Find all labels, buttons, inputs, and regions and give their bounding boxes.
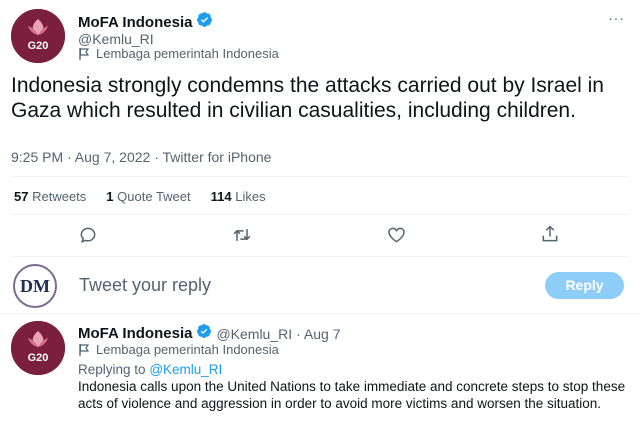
user-avatar-initials: DM xyxy=(20,275,50,296)
divider xyxy=(11,176,629,177)
replying-to-line: Replying to @Kemlu_RI xyxy=(78,361,222,378)
tweet-timestamp[interactable]: 9:25 PM · Aug 7, 2022 · Twitter for iPho… xyxy=(11,149,271,165)
retweet-icon[interactable] xyxy=(231,225,253,245)
reply-date[interactable]: · Aug 7 xyxy=(296,326,340,342)
retweets-stat[interactable]: 57 Retweets xyxy=(14,189,86,204)
flag-icon xyxy=(79,47,90,60)
replying-to-link[interactable]: @Kemlu_RI xyxy=(149,362,222,377)
likes-stat[interactable]: 114 Likes xyxy=(211,189,266,204)
reply-input[interactable]: Tweet your reply xyxy=(79,275,211,296)
reply-author-avatar[interactable]: G20 xyxy=(11,321,65,375)
reply-icon[interactable] xyxy=(78,225,98,245)
like-icon[interactable] xyxy=(386,225,407,245)
author-name-row: MoFA Indonesia xyxy=(78,11,213,33)
author-handle[interactable]: @Kemlu_RI xyxy=(78,31,154,47)
reply-account-label: Lembaga pemerintah Indonesia xyxy=(96,342,279,357)
reply-tweet-text: Indonesia calls upon the United Nations … xyxy=(78,379,626,411)
g20-logo-icon: G20 xyxy=(11,321,65,375)
flag-icon xyxy=(79,343,90,356)
quote-tweets-stat[interactable]: 1 Quote Tweet xyxy=(106,189,190,204)
account-label: Lembaga pemerintah Indonesia xyxy=(96,46,279,61)
more-options-icon[interactable]: ··· xyxy=(608,10,625,26)
reply-account-label-row: Lembaga pemerintah Indonesia xyxy=(79,342,279,357)
author-avatar[interactable]: G20 xyxy=(11,9,65,63)
reply-author-handle[interactable]: @Kemlu_RI xyxy=(216,326,292,342)
g20-logo-icon: G20 xyxy=(11,9,65,63)
user-avatar[interactable]: DM xyxy=(13,264,57,308)
reply-author-name[interactable]: MoFA Indonesia xyxy=(78,325,192,342)
share-icon[interactable] xyxy=(540,224,560,244)
verified-badge-icon xyxy=(196,11,213,33)
svg-text:G20: G20 xyxy=(28,352,49,364)
account-label-row: Lembaga pemerintah Indonesia xyxy=(79,46,279,61)
divider xyxy=(11,214,629,215)
verified-badge-icon xyxy=(196,323,212,344)
author-name[interactable]: MoFA Indonesia xyxy=(78,14,192,31)
svg-text:G20: G20 xyxy=(28,40,49,52)
reply-button[interactable]: Reply xyxy=(545,272,624,299)
reply-author-row: MoFA Indonesia @Kemlu_RI · Aug 7 xyxy=(78,323,341,344)
divider xyxy=(11,256,629,257)
tweet-stats: 57 Retweets 1 Quote Tweet 114 Likes xyxy=(14,189,266,204)
replying-to-label: Replying to xyxy=(78,362,146,377)
tweet-text: Indonesia strongly condemns the attacks … xyxy=(11,74,604,122)
divider xyxy=(0,313,640,314)
